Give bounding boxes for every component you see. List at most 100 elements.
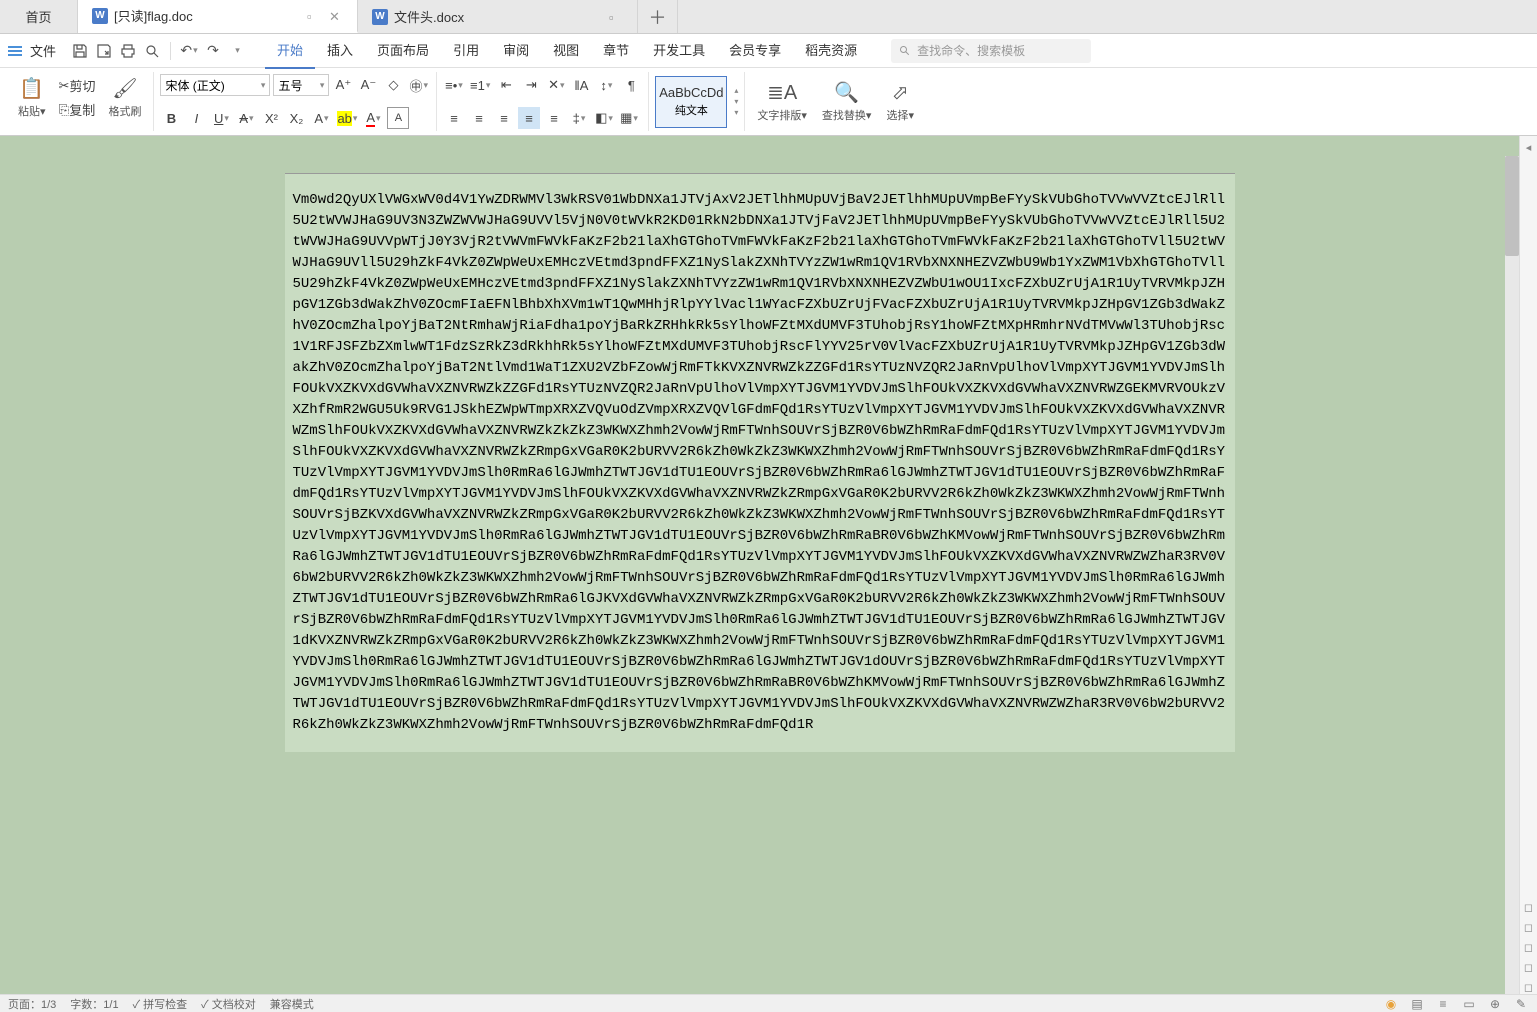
- view-mode-5-icon[interactable]: ⊕: [1487, 996, 1503, 1012]
- save-as-icon[interactable]: [94, 41, 114, 61]
- horizontal-ruler[interactable]: [285, 152, 1235, 174]
- tab-home-label: 首页: [25, 7, 51, 26]
- clear-format-icon[interactable]: ◇: [382, 74, 404, 96]
- font-name-select[interactable]: 宋体 (正文)▾: [160, 74, 270, 96]
- file-menu[interactable]: 文件: [30, 41, 56, 60]
- cut-button[interactable]: ✂ 剪切: [55, 75, 100, 97]
- superscript-icon[interactable]: X²: [260, 107, 282, 129]
- undo-icon[interactable]: ↶▾: [179, 41, 199, 61]
- command-search[interactable]: 查找命令、搜索模板: [891, 39, 1091, 63]
- more-qa-icon[interactable]: ▾: [227, 41, 247, 61]
- borders-icon[interactable]: ▦▾: [618, 107, 640, 129]
- hamburger-icon[interactable]: [8, 46, 22, 56]
- increase-indent-icon[interactable]: ⇥: [520, 74, 542, 96]
- ribbon-tab-view[interactable]: 视图: [541, 32, 591, 69]
- tab-add[interactable]: ＋: [638, 0, 678, 33]
- italic-icon[interactable]: I: [185, 107, 207, 129]
- text-layout-button[interactable]: ≣A 文字排版▾: [751, 78, 813, 125]
- sort-icon[interactable]: ↕▾: [595, 74, 617, 96]
- sidebar-tool-3-icon[interactable]: ◻: [1522, 940, 1536, 954]
- ribbon-tab-docer[interactable]: 稻壳资源: [793, 32, 869, 69]
- sidebar-tool-5-icon[interactable]: ◻: [1522, 980, 1536, 994]
- subscript-icon[interactable]: X₂: [285, 107, 307, 129]
- sidebar-tool-4-icon[interactable]: ◻: [1522, 960, 1536, 974]
- ribbon-tab-layout[interactable]: 页面布局: [365, 32, 441, 69]
- numbering-icon[interactable]: ≡1▾: [468, 74, 492, 96]
- status-doc-check[interactable]: ✓ 文档校对: [201, 996, 256, 1012]
- style-more-icon[interactable]: ▾: [734, 108, 738, 117]
- distributed-icon[interactable]: ≡: [543, 107, 565, 129]
- line-spacing-icon[interactable]: ‡▾: [568, 107, 590, 129]
- align-right-icon[interactable]: ≡: [493, 107, 515, 129]
- ribbon-tab-section[interactable]: 章节: [591, 32, 641, 69]
- restore-icon[interactable]: ▫: [609, 10, 623, 24]
- char-border-icon[interactable]: A: [387, 107, 409, 129]
- print-preview-icon[interactable]: [142, 41, 162, 61]
- document-body-text[interactable]: Vm0wd2QyUXlVWGxWV0d4V1YwZDRWMVl3WkRSV01W…: [293, 190, 1227, 736]
- select-button[interactable]: ⬀ 选择▾: [880, 78, 920, 125]
- editing-group: ≣A 文字排版▾ 🔍 查找替换▾ ⬀ 选择▾: [745, 72, 926, 131]
- status-spell[interactable]: ✓ 拼写检查: [133, 996, 188, 1012]
- vertical-scrollbar[interactable]: [1505, 156, 1519, 994]
- tab-document-1[interactable]: W [只读]flag.doc ▫ ✕: [78, 0, 358, 33]
- style-up-icon[interactable]: ▴: [734, 86, 738, 95]
- status-compat[interactable]: 兼容模式: [270, 996, 314, 1012]
- text-direction-icon[interactable]: ✕▾: [545, 74, 567, 96]
- tab-home[interactable]: 首页: [0, 0, 78, 33]
- ribbon-tab-start[interactable]: 开始: [265, 32, 315, 69]
- tab-document-2[interactable]: W 文件头.docx ▫: [358, 0, 638, 33]
- align-justify-icon[interactable]: ≡: [518, 107, 540, 129]
- restore-icon[interactable]: ▫: [307, 9, 321, 23]
- copy-button[interactable]: ⎘ 复制: [55, 99, 100, 121]
- text-effects-icon[interactable]: A▾: [310, 107, 332, 129]
- bullets-icon[interactable]: ≡•▾: [443, 74, 465, 96]
- strike-icon[interactable]: A▾: [235, 107, 257, 129]
- font-color-icon[interactable]: A▾: [362, 107, 384, 129]
- sidebar-tool-2-icon[interactable]: ◻: [1522, 920, 1536, 934]
- print-icon[interactable]: [118, 41, 138, 61]
- ribbon-tab-reference[interactable]: 引用: [441, 32, 491, 69]
- view-mode-3-icon[interactable]: ≡: [1435, 996, 1451, 1012]
- show-marks-icon[interactable]: ¶: [620, 74, 642, 96]
- phonetic-icon[interactable]: ㊥▾: [407, 74, 430, 96]
- align-center-icon[interactable]: ≡: [468, 107, 490, 129]
- scroll-thumb[interactable]: [1505, 156, 1519, 256]
- font-size-select[interactable]: 五号▾: [273, 74, 329, 96]
- ribbon-tab-member[interactable]: 会员专享: [717, 32, 793, 69]
- sidebar-collapse-icon[interactable]: ◂: [1522, 140, 1536, 154]
- align-left-icon[interactable]: ≡: [443, 107, 465, 129]
- status-page[interactable]: 页面：1/3: [8, 996, 56, 1012]
- find-icon: 🔍: [834, 80, 859, 105]
- save-icon[interactable]: [70, 41, 90, 61]
- find-replace-button[interactable]: 🔍 查找替换▾: [816, 78, 878, 125]
- ribbon-tab-dev[interactable]: 开发工具: [641, 32, 717, 69]
- text-layout-icon: ≣A: [767, 80, 797, 105]
- decrease-indent-icon[interactable]: ⇤: [495, 74, 517, 96]
- align-distribute-icon[interactable]: ‖A: [570, 74, 592, 96]
- style-down-icon[interactable]: ▾: [734, 97, 738, 106]
- style-plain-text[interactable]: AaBbCcDd 纯文本: [655, 76, 727, 128]
- doc-icon: W: [92, 8, 108, 24]
- paste-button[interactable]: 📋 粘贴▾: [12, 74, 52, 121]
- view-mode-4-icon[interactable]: ▭: [1461, 996, 1477, 1012]
- document-area: Vm0wd2QyUXlVWGxWV0d4V1YwZDRWMVl3WkRSV01W…: [0, 136, 1519, 994]
- close-tab-icon[interactable]: ✕: [329, 9, 343, 23]
- shading-icon[interactable]: ◧▾: [593, 107, 615, 129]
- bold-icon[interactable]: B: [160, 107, 182, 129]
- ribbon-tab-insert[interactable]: 插入: [315, 32, 365, 69]
- redo-icon[interactable]: ↷: [203, 41, 223, 61]
- doc-icon: W: [372, 9, 388, 25]
- document-page[interactable]: Vm0wd2QyUXlVWGxWV0d4V1YwZDRWMVl3WkRSV01W…: [285, 174, 1235, 752]
- sidebar-tool-1-icon[interactable]: ◻: [1522, 900, 1536, 914]
- shrink-font-icon[interactable]: A⁻: [357, 74, 379, 96]
- underline-icon[interactable]: U▾: [210, 107, 232, 129]
- ribbon-tab-review[interactable]: 审阅: [491, 32, 541, 69]
- view-mode-1-icon[interactable]: ◉: [1383, 996, 1399, 1012]
- status-words[interactable]: 字数：1/1: [70, 996, 118, 1012]
- grow-font-icon[interactable]: A⁺: [332, 74, 354, 96]
- format-painter-button[interactable]: 🖌 格式刷: [102, 74, 147, 121]
- clipboard-group: 📋 粘贴▾ ✂ 剪切 ⎘ 复制 🖌 格式刷: [6, 72, 154, 131]
- view-mode-2-icon[interactable]: ▤: [1409, 996, 1425, 1012]
- view-mode-6-icon[interactable]: ✎: [1513, 996, 1529, 1012]
- highlight-icon[interactable]: ab▾: [335, 107, 359, 129]
